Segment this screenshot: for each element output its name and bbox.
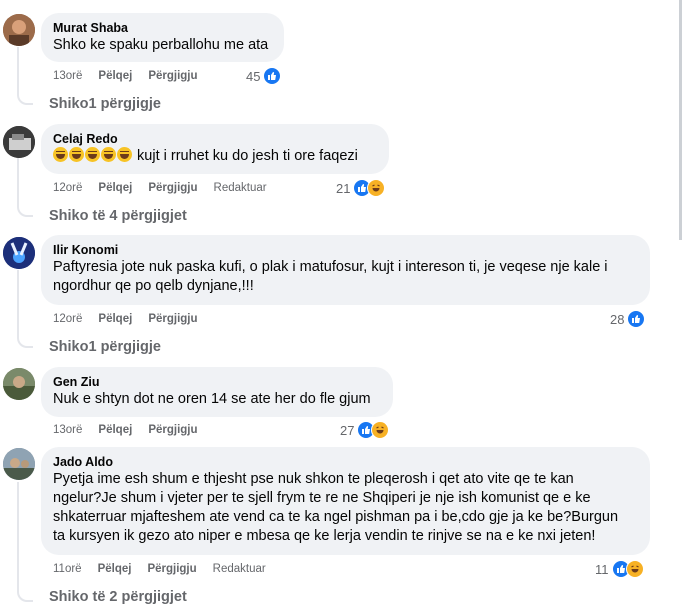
comment-text-row: kujt i rruhet ku do jesh ti ore faqezi [53, 147, 377, 166]
reactions[interactable]: 27 [340, 421, 390, 439]
avatar-image [3, 368, 35, 400]
laughing-face-icon [371, 421, 390, 439]
thread-curve [17, 201, 33, 217]
reply-action[interactable]: Përgjigju [148, 424, 197, 436]
reactions[interactable]: 28 [610, 310, 646, 328]
view-replies-link[interactable]: Shiko1 përgjigje [49, 96, 161, 112]
comment-actions: 12orë Pëlqej Përgjigju Redaktuar [53, 182, 283, 194]
laughing-face-icon [117, 147, 132, 162]
thumbs-up-icon [627, 310, 646, 328]
comment-time[interactable]: 11orë [53, 563, 82, 575]
avatar[interactable] [3, 237, 35, 269]
like-action[interactable]: Pëlqej [98, 563, 132, 575]
avatar-image [3, 14, 35, 46]
thumbs-up-icon [263, 67, 282, 85]
laughing-face-icon [625, 560, 644, 578]
reaction-count: 28 [610, 311, 625, 327]
avatar[interactable] [3, 126, 35, 158]
laughing-face-icon [69, 147, 84, 162]
comment-actions: 13orë Pëlqej Përgjigju [53, 424, 214, 436]
comment-time[interactable]: 13orë [53, 70, 82, 82]
reaction-count: 21 [336, 180, 351, 196]
like-action[interactable]: Pëlqej [98, 313, 132, 325]
comment-text: kujt i rruhet ku do jesh ti ore faqezi [137, 148, 358, 164]
like-action[interactable]: Pëlqej [98, 70, 132, 82]
view-replies-link[interactable]: Shiko1 përgjigje [49, 339, 161, 355]
comment-text: ngelur?Je shum i vjeter per te sjell fry… [53, 490, 591, 506]
comment-bubble: Jado Aldo Pyetja ime esh shum e thjesht … [41, 447, 650, 555]
reply-action[interactable]: Përgjigju [148, 182, 197, 194]
avatar[interactable] [3, 368, 35, 400]
reply-action[interactable]: Përgjigju [148, 70, 197, 82]
comment-author[interactable]: Celaj Redo [53, 131, 377, 147]
avatar-image [3, 237, 35, 269]
reaction-count: 45 [246, 68, 261, 84]
thread-line [17, 270, 19, 334]
like-action[interactable]: Pëlqej [98, 182, 132, 194]
comment-text: ta kursyen ik gezo ato niper e mbesa qe … [53, 528, 596, 544]
comment-actions: 11orë Pëlqej Përgjigju Redaktuar [53, 563, 282, 575]
thread-curve [17, 586, 33, 602]
comment-bubble: Celaj Redo kujt i rruhet ku do jesh ti o… [41, 124, 389, 174]
edited-label[interactable]: Redaktuar [214, 182, 267, 194]
reply-action[interactable]: Përgjigju [148, 313, 197, 325]
reactions[interactable]: 45 [246, 67, 282, 85]
laughing-face-icon [367, 179, 386, 197]
thread-curve [17, 332, 33, 348]
comment-actions: 13orë Pëlqej Përgjigju [53, 70, 214, 82]
reaction-count: 11 [595, 561, 609, 577]
comment-text: Shko ke spaku perballohu me ata [53, 37, 269, 53]
avatar-image [3, 126, 35, 158]
comment-author[interactable]: Ilir Konomi [53, 242, 638, 258]
comment-bubble: Gen Ziu Nuk e shtyn dot ne oren 14 se at… [41, 367, 393, 417]
avatar-image [3, 448, 35, 480]
edited-label[interactable]: Redaktuar [213, 563, 266, 575]
comment-bubble: Ilir Konomi Paftyresia jote nuk paska ku… [41, 235, 650, 305]
view-replies-link[interactable]: Shiko të 2 përgjigjet [49, 589, 187, 605]
like-action[interactable]: Pëlqej [98, 424, 132, 436]
laughing-face-icon [85, 147, 100, 162]
comment-text: Nuk e shtyn dot ne oren 14 se ate her do… [53, 391, 371, 407]
comment-time[interactable]: 12orë [53, 182, 82, 194]
comment-text: Pyetja ime esh shum e thjesht pse nuk sh… [53, 471, 574, 487]
reactions[interactable]: 21 [336, 179, 386, 197]
comment-actions: 12orë Pëlqej Përgjigju [53, 313, 214, 325]
reaction-count: 27 [340, 422, 355, 438]
laughing-face-icon [101, 147, 116, 162]
thread-line [17, 158, 19, 203]
comment-author[interactable]: Gen Ziu [53, 374, 381, 390]
view-replies-link[interactable]: Shiko të 4 përgjigjet [49, 208, 187, 224]
laughing-face-icon [53, 147, 68, 162]
comment-text: ngordhur qe po qelb dynjane,!!! [53, 278, 254, 294]
comment-text: Paftyresia jote nuk paska kufi, o plak i… [53, 259, 608, 275]
avatar[interactable] [3, 448, 35, 480]
comment-bubble: Murat Shaba Shko ke spaku perballohu me … [41, 13, 284, 62]
reply-action[interactable]: Përgjigju [147, 563, 196, 575]
reactions[interactable]: 11 [595, 560, 644, 578]
comment-author[interactable]: Murat Shaba [53, 20, 272, 36]
comment-author[interactable]: Jado Aldo [53, 454, 638, 470]
thread-line [17, 482, 19, 588]
comment-text: shkaterruar mjafteshem ate vend ca te ka… [53, 509, 619, 525]
comment-time[interactable]: 13orë [53, 424, 82, 436]
thread-curve [17, 89, 33, 105]
avatar[interactable] [3, 14, 35, 46]
comment-time[interactable]: 12orë [53, 313, 82, 325]
thread-line [17, 47, 19, 91]
